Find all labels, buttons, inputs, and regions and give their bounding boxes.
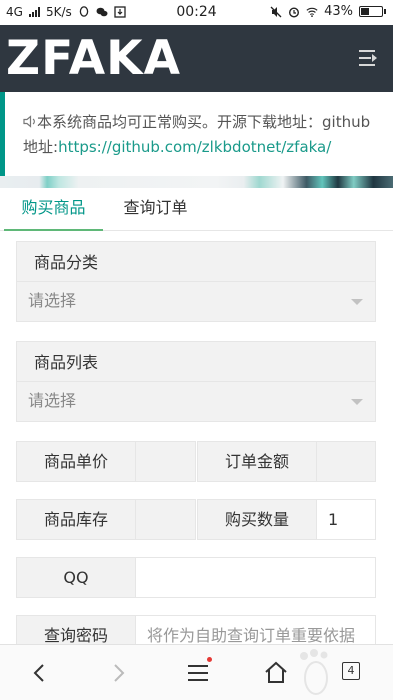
category-select-value: 请选择 xyxy=(28,291,77,310)
stock-label: 商品库存 xyxy=(16,499,136,540)
product-select[interactable]: 请选择 xyxy=(16,382,376,422)
product-label: 商品列表 xyxy=(16,341,376,382)
alarm-icon xyxy=(289,6,300,18)
notice-banner: 本系统商品均可正常购买。开源下载地址：github地址:https://gith… xyxy=(0,92,393,176)
battery-icon xyxy=(359,6,386,17)
qq-row: QQ xyxy=(16,557,376,598)
notification-dot xyxy=(207,657,212,662)
tab-query-order[interactable]: 查询订单 xyxy=(108,188,203,231)
decorative-banner xyxy=(0,176,393,188)
tab-bar: 购买商品 查询订单 xyxy=(0,188,393,231)
unit-price-label: 商品单价 xyxy=(16,441,136,482)
quantity-input[interactable]: 1 xyxy=(316,499,376,540)
status-bar: 4G 5K/s 00:24 43% xyxy=(0,0,393,25)
battery-percent: 43% xyxy=(324,4,353,19)
qq-label: QQ xyxy=(16,557,136,598)
site-header: ZFAKA xyxy=(0,25,393,92)
dropdown-caret-icon xyxy=(351,399,363,405)
price-row: 商品单价 订单金额 xyxy=(16,441,376,482)
product-select-value: 请选择 xyxy=(28,391,77,410)
dropdown-caret-icon xyxy=(351,299,363,305)
stock-row: 商品库存 购买数量 1 xyxy=(16,499,376,540)
status-right: 43% xyxy=(270,4,386,19)
category-field: 商品分类 请选择 xyxy=(16,241,376,322)
site-logo[interactable]: ZFAKA xyxy=(6,31,181,87)
menu-icon[interactable] xyxy=(184,657,212,687)
footprint-watermark-icon xyxy=(300,649,328,695)
order-amount-label: 订单金额 xyxy=(197,441,317,482)
menu-fold-icon[interactable] xyxy=(359,49,379,67)
unit-price-field[interactable] xyxy=(135,441,196,482)
forward-icon[interactable] xyxy=(104,659,132,687)
back-icon[interactable] xyxy=(26,659,54,687)
mute-icon xyxy=(270,6,282,17)
category-label: 商品分类 xyxy=(16,241,376,282)
home-icon[interactable] xyxy=(262,659,290,687)
order-amount-field[interactable] xyxy=(316,441,376,482)
product-field: 商品列表 请选择 xyxy=(16,341,376,422)
qq-input[interactable] xyxy=(135,557,376,598)
github-link[interactable]: https://github.com/zlkbdotnet/zfaka/ xyxy=(58,138,331,156)
quantity-label: 购买数量 xyxy=(197,499,317,540)
tabs-count: 4 xyxy=(342,662,360,680)
wifi-icon xyxy=(306,7,318,17)
tab-buy[interactable]: 购买商品 xyxy=(4,188,103,231)
battery-level xyxy=(361,8,370,15)
category-select[interactable]: 请选择 xyxy=(16,282,376,322)
stock-field[interactable] xyxy=(135,499,196,540)
tabs-icon[interactable]: 4 xyxy=(338,659,366,687)
speaker-icon xyxy=(23,115,35,128)
